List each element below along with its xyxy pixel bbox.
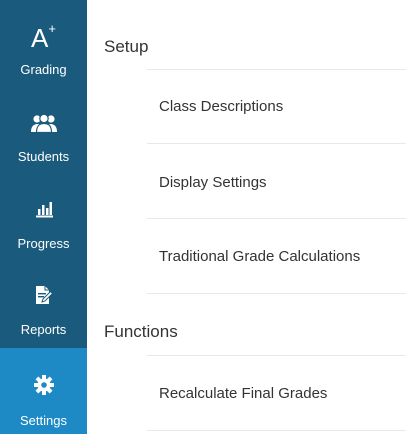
sidebar-item-reports[interactable]: Reports (0, 258, 87, 344)
menu-item-display-settings[interactable]: Display Settings (159, 174, 267, 191)
sidebar-item-settings[interactable]: Settings (0, 348, 87, 434)
sidebar-item-label: Reports (20, 322, 67, 337)
sidebar-item-label: Settings (20, 413, 67, 428)
divider (147, 355, 406, 356)
sidebar-item-progress[interactable]: Progress (0, 172, 87, 258)
divider (147, 218, 406, 219)
menu-item-recalculate-final-grades[interactable]: Recalculate Final Grades (159, 385, 327, 402)
sidebar-item-label: Students (17, 149, 70, 164)
sidebar-item-label: Progress (17, 236, 70, 251)
divider (147, 143, 406, 144)
sidebar-nav: A + Grading Students Progress Reports Se… (0, 0, 87, 434)
sidebar-item-students[interactable]: Students (0, 86, 87, 172)
settings-menu: Setup Class Descriptions Display Setting… (87, 0, 406, 434)
menu-item-class-descriptions[interactable]: Class Descriptions (159, 98, 283, 115)
report-edit-icon (0, 284, 87, 306)
divider (147, 293, 406, 294)
bar-chart-icon (0, 199, 87, 219)
students-icon (0, 112, 87, 134)
divider (147, 69, 406, 70)
menu-item-traditional-grade-calculations[interactable]: Traditional Grade Calculations (159, 248, 360, 265)
section-header-functions: Functions (104, 322, 178, 341)
divider (147, 430, 406, 431)
a-plus-icon: A + (31, 21, 56, 53)
sidebar-item-grading[interactable]: A + Grading (0, 0, 87, 86)
gear-icon (0, 374, 87, 396)
section-header-setup: Setup (104, 37, 149, 56)
sidebar-item-label: Grading (20, 62, 67, 77)
